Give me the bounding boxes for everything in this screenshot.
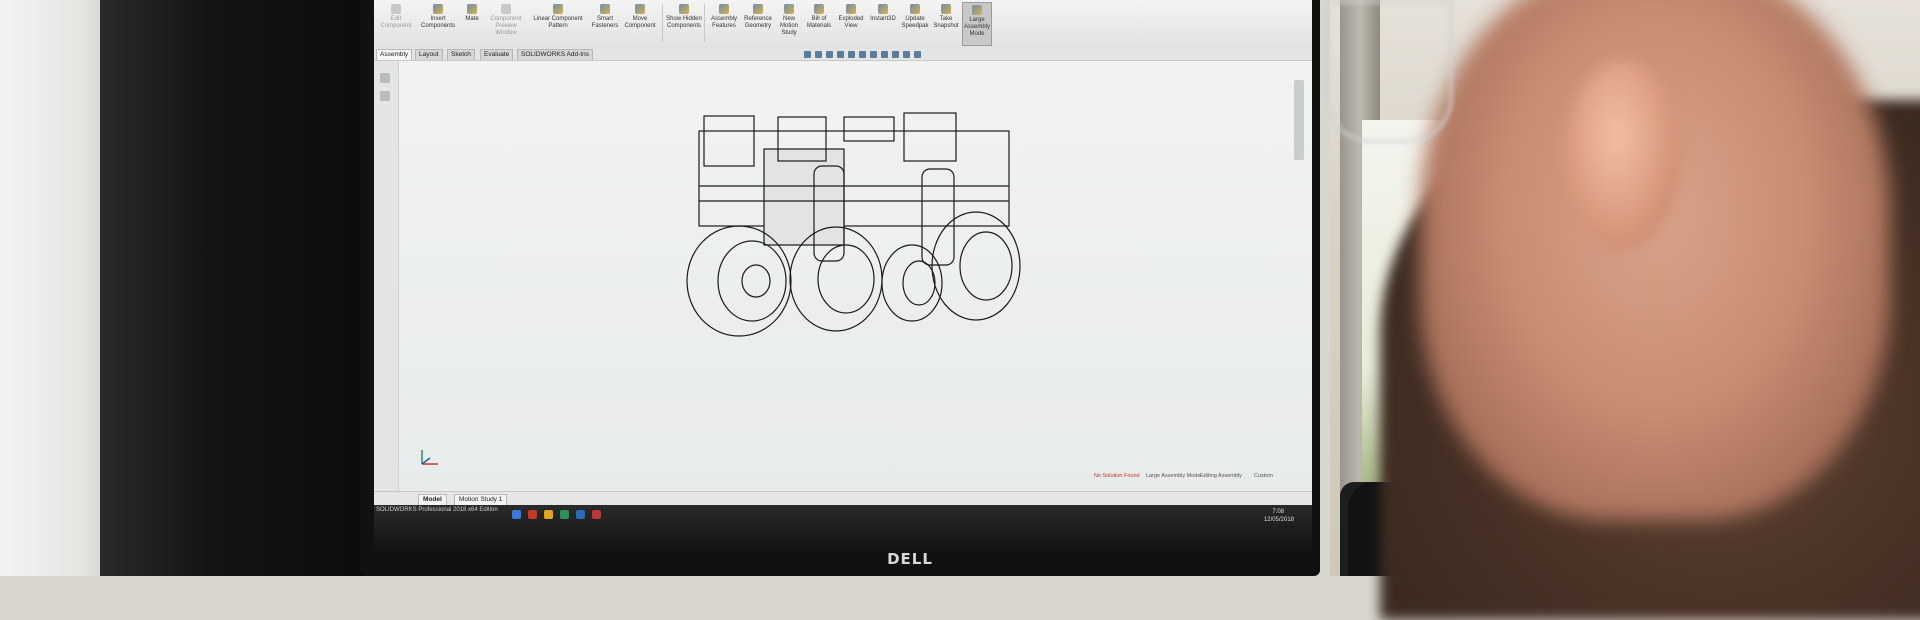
appearance-icon[interactable]: [892, 50, 899, 58]
camera-icon: [941, 4, 951, 14]
new-motion-study-button[interactable]: New Motion Study: [776, 2, 802, 44]
status-mode: Large Assembly Mode: [1146, 473, 1201, 479]
hide-show-icon[interactable]: [881, 50, 888, 58]
arm-rear: [921, 168, 955, 266]
zoom-fit-icon[interactable]: [804, 50, 811, 58]
pdf-icon[interactable]: [592, 510, 601, 519]
heads-up-view-toolbar: [804, 49, 1014, 59]
linear-pattern-icon: [553, 4, 563, 14]
person-ear: [1565, 60, 1680, 250]
motor-box-rear: [903, 112, 957, 162]
wheel-rear: [931, 211, 1021, 321]
toolbar-divider: [662, 4, 663, 42]
command-manager-toolbar: Edit Component Insert Components Mate Co…: [374, 0, 1312, 49]
center-panel: [763, 148, 845, 246]
view-settings-icon[interactable]: [914, 50, 921, 58]
large-assembly-mode-button[interactable]: Large Assembly Mode: [962, 2, 992, 46]
start-icon[interactable]: [512, 510, 521, 519]
linear-pattern-button[interactable]: Linear Component Pattern: [528, 2, 588, 44]
status-units[interactable]: Custom: [1254, 470, 1273, 482]
bill-of-materials-button[interactable]: Bill of Materials: [804, 2, 834, 44]
monitor-screen: Edit Component Insert Components Mate Co…: [374, 0, 1312, 548]
reference-geometry-icon: [753, 4, 763, 14]
top-plate: [843, 116, 895, 142]
insert-components-button[interactable]: Insert Components: [418, 2, 458, 44]
wheel-front-left: [686, 225, 792, 337]
chassis-frame: [698, 130, 1010, 227]
eyeglasses: [1325, 0, 1453, 143]
assembly-features-button[interactable]: Assembly Features: [708, 2, 740, 44]
component-preview-button[interactable]: Component Preview Window: [486, 2, 526, 44]
previous-view-icon[interactable]: [826, 50, 833, 58]
tab-sketch[interactable]: Sketch: [447, 49, 475, 60]
toolbar-divider: [704, 4, 705, 42]
bom-icon: [814, 4, 824, 14]
monitor-brand-logo: DELL: [887, 550, 933, 568]
zoom-area-icon[interactable]: [815, 50, 822, 58]
status-warning: No Solution Found: [1094, 473, 1140, 479]
tab-assembly[interactable]: Assembly: [376, 49, 413, 60]
dynamic-annotation-icon[interactable]: [848, 50, 855, 58]
section-view-icon[interactable]: [837, 50, 844, 58]
move-component-button[interactable]: Move Component: [622, 2, 658, 44]
edit-component-icon: [391, 4, 401, 14]
edit-component-button[interactable]: Edit Component: [376, 2, 416, 44]
show-hidden-button[interactable]: Show Hidden Components: [666, 2, 702, 44]
fastener-icon: [600, 4, 610, 14]
feature-manager-strip: [374, 61, 399, 491]
status-bar: No Solution Found Large Assembly Mode Ed…: [374, 470, 1312, 482]
expand-icon[interactable]: [380, 91, 390, 101]
tab-addins[interactable]: SOLIDWORKS Add-Ins: [517, 49, 593, 60]
motion-study-icon: [784, 4, 794, 14]
exploded-view-icon: [846, 4, 856, 14]
secondary-monitor: [100, 0, 368, 576]
large-assembly-icon: [972, 5, 982, 15]
clock-date: 12/05/2018: [1263, 517, 1294, 523]
outlook-icon[interactable]: [576, 510, 585, 519]
display-style-icon[interactable]: [870, 50, 877, 58]
instant3d-button[interactable]: Instant3D: [868, 2, 898, 44]
pin-icon[interactable]: [380, 73, 390, 83]
tab-evaluate[interactable]: Evaluate: [480, 49, 514, 60]
robot-assembly-drawing: [686, 112, 1021, 337]
model-tabs: Model Motion Study 1: [374, 491, 1312, 506]
reference-geometry-button[interactable]: Reference Geometry: [742, 2, 774, 44]
motor-box-front: [703, 115, 755, 167]
chrome-icon[interactable]: [560, 510, 569, 519]
clock-time: 7:08: [1272, 509, 1284, 515]
app-edition-label: SOLIDWORKS Professional 2018 x64 Edition: [376, 507, 498, 513]
tab-layout[interactable]: Layout: [415, 49, 443, 60]
update-speedpak-button[interactable]: Update Speedpak: [900, 2, 930, 44]
insert-components-icon: [433, 4, 443, 14]
exploded-view-button[interactable]: Exploded View: [836, 2, 866, 44]
show-hidden-icon: [679, 4, 689, 14]
graphics-area[interactable]: [374, 61, 1312, 491]
preview-window-icon: [501, 4, 511, 14]
smart-fasteners-button[interactable]: Smart Fasteners: [590, 2, 620, 44]
mate-icon: [467, 4, 477, 14]
solidworks-icon[interactable]: [528, 510, 537, 519]
task-pane-tabs[interactable]: [1294, 80, 1304, 160]
view-orientation-icon[interactable]: [859, 50, 866, 58]
status-editing: Editing Assembly: [1200, 473, 1242, 479]
axis-triad: [421, 450, 438, 465]
take-snapshot-button[interactable]: Take Snapshot: [932, 2, 960, 44]
move-icon: [635, 4, 645, 14]
speedpak-icon: [910, 4, 920, 14]
instant3d-icon: [878, 4, 888, 14]
scene-icon[interactable]: [903, 50, 910, 58]
windows-taskbar: SOLIDWORKS Professional 2018 x64 Edition…: [374, 505, 1312, 548]
mate-button[interactable]: Mate: [460, 2, 484, 44]
folder-icon[interactable]: [544, 510, 553, 519]
assembly-features-icon: [719, 4, 729, 14]
